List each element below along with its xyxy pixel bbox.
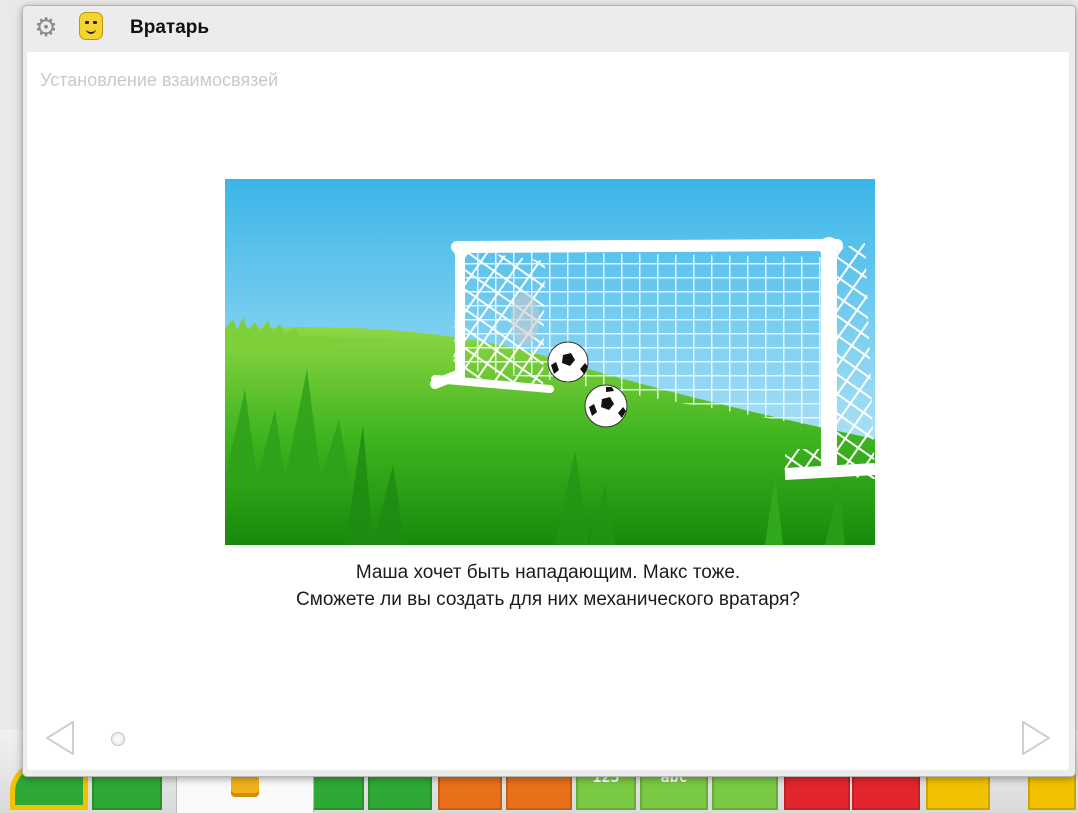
caption-line-2: Сможете ли вы создать для них механическ…	[296, 589, 800, 610]
soccer-goal-with-balls-image	[225, 179, 875, 545]
minifig-face-icon	[79, 12, 103, 40]
dialog-title: Вратарь	[130, 17, 210, 38]
soccer-ball-2	[584, 384, 628, 428]
dialog-content: Установление взаимосвязей Маша хочет быт…	[27, 52, 1069, 770]
triangle-left-icon[interactable]	[45, 720, 75, 756]
activity-dialog: ⚙ Вратарь Установление взаимосвязей Маша…	[22, 5, 1076, 777]
gear-icon[interactable]: ⚙	[33, 14, 59, 40]
dialog-titlebar: ⚙ Вратарь	[23, 6, 1075, 48]
soccer-ball-1	[547, 341, 589, 383]
caption-line-1: Маша хочет быть нападающим. Макс тоже.	[355, 562, 741, 583]
triangle-right-icon[interactable]	[1021, 720, 1051, 756]
page-indicator-dot[interactable]	[111, 732, 125, 746]
lego-brick-icon	[231, 770, 259, 797]
section-label: Установление взаимосвязей	[40, 70, 279, 90]
